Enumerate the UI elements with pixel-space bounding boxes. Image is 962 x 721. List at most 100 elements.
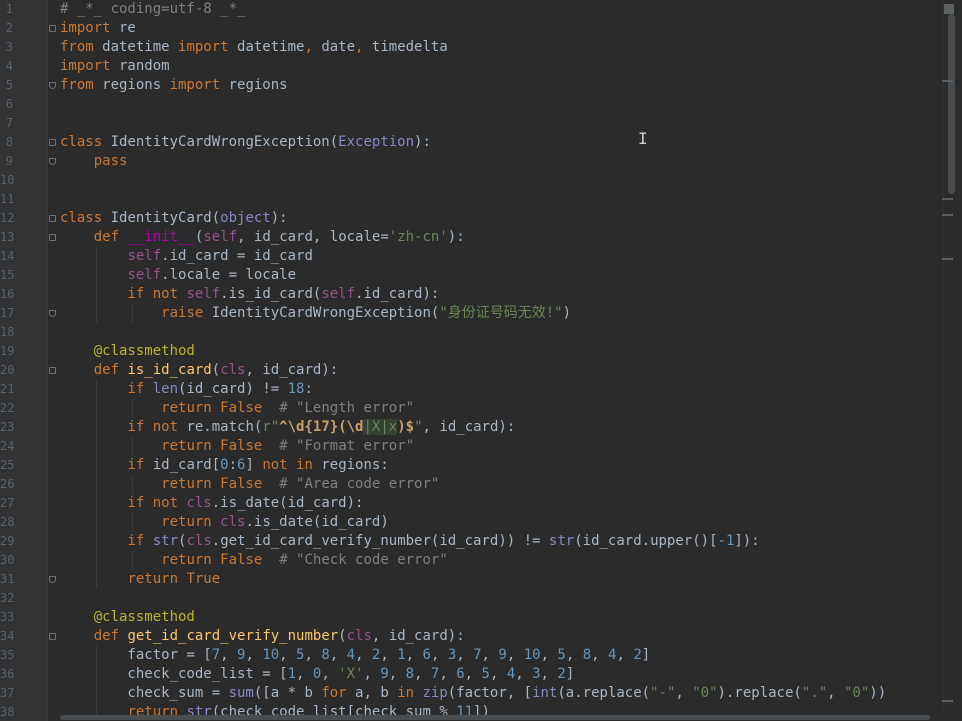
line-number[interactable]: 29 [0, 532, 14, 551]
line-number[interactable]: 16 [0, 285, 14, 304]
code-line[interactable]: import re [60, 19, 136, 38]
code-line[interactable]: return False # "Length error" [60, 399, 414, 418]
code-token: # "Area code error" [279, 476, 440, 492]
line-number[interactable]: 34 [0, 627, 14, 646]
line-number[interactable]: 26 [0, 475, 14, 494]
code-line[interactable]: self.id_card = id_card [60, 247, 312, 266]
line-number[interactable]: 11 [0, 190, 14, 209]
line-number[interactable]: 21 [0, 380, 14, 399]
line-number[interactable]: 36 [0, 665, 14, 684]
scroll-marker[interactable] [942, 198, 953, 200]
code-line[interactable]: check_sum = sum([a * b for a, b in zip(f… [60, 684, 886, 703]
code-line[interactable]: def is_id_card(cls, id_card): [60, 361, 338, 380]
fold-end-icon[interactable] [49, 82, 56, 89]
code-token: , [464, 666, 482, 682]
line-number[interactable]: 10 [0, 171, 14, 190]
horizontal-scrollbar-thumb[interactable] [60, 715, 930, 720]
line-number[interactable]: 38 [0, 703, 14, 721]
line-number[interactable]: 30 [0, 551, 14, 570]
code-line[interactable]: @classmethod [60, 608, 195, 627]
line-number[interactable]: 33 [0, 608, 14, 627]
fold-end-icon[interactable] [49, 310, 56, 317]
line-number[interactable]: 3 [0, 38, 13, 57]
fold-end-icon[interactable] [49, 158, 56, 165]
code-line[interactable]: raise IdentityCardWrongException("身份证号码无… [60, 304, 571, 323]
code-line[interactable]: from regions import regions [60, 76, 288, 95]
line-number[interactable]: 22 [0, 399, 14, 418]
code-line[interactable]: class IdentityCardWrongException(Excepti… [60, 133, 431, 152]
line-number[interactable]: 9 [0, 152, 13, 171]
line-number[interactable]: 27 [0, 494, 14, 513]
line-number[interactable]: 15 [0, 266, 14, 285]
scroll-marker[interactable] [942, 700, 953, 702]
code-line[interactable]: if not re.match(r"^\d{17}(\d|X|x)$", id_… [60, 418, 515, 437]
fold-toggle-icon[interactable] [49, 367, 56, 374]
code-line[interactable]: import random [60, 57, 170, 76]
code-line[interactable]: class IdentityCard(object): [60, 209, 288, 228]
scroll-marker[interactable] [942, 214, 953, 216]
line-number[interactable]: 14 [0, 247, 14, 266]
code-token: 7 [211, 647, 221, 663]
line-number[interactable]: 5 [0, 76, 13, 95]
fold-toggle-icon[interactable] [49, 139, 56, 146]
code-editor[interactable]: 1 2 3 4 5 6 7 8 9 10 11 12 13 14 15 16 17 18 19 20 21 22 23 24 2… [0, 0, 962, 721]
code-line[interactable]: self.locale = locale [60, 266, 296, 285]
line-number[interactable]: 24 [0, 437, 14, 456]
code-line[interactable]: from datetime import datetime, date, tim… [60, 38, 448, 57]
vertical-scrollbar-thumb[interactable] [948, 14, 955, 194]
code-line[interactable]: if not cls.is_date(id_card): [60, 494, 363, 513]
code-line[interactable]: # _*_ coding=utf-8 _*_ [60, 0, 245, 19]
vertical-scrollbar[interactable] [942, 0, 962, 721]
line-number[interactable]: 28 [0, 513, 14, 532]
code-line[interactable]: return False # "Format error" [60, 437, 414, 456]
scroll-marker[interactable] [942, 80, 953, 82]
line-number[interactable]: 7 [0, 114, 13, 133]
line-number[interactable]: 32 [0, 589, 14, 608]
code-line[interactable]: pass [60, 152, 128, 171]
code-line[interactable]: return cls.is_date(id_card) [60, 513, 389, 532]
line-number[interactable]: 18 [0, 323, 14, 342]
line-number[interactable]: 17 [0, 304, 14, 323]
line-number[interactable]: 31 [0, 570, 14, 589]
line-number[interactable]: 37 [0, 684, 14, 703]
line-number[interactable]: 12 [0, 209, 14, 228]
fold-toggle-icon[interactable] [49, 215, 56, 222]
line-number[interactable]: 13 [0, 228, 14, 247]
code-line[interactable]: @classmethod [60, 342, 195, 361]
line-number[interactable]: 4 [0, 57, 13, 76]
line-number[interactable]: 6 [0, 95, 13, 114]
scroll-marker[interactable] [942, 258, 953, 260]
code-line[interactable]: if len(id_card) != 18: [60, 380, 312, 399]
line-number[interactable]: 1 [0, 0, 13, 19]
line-number[interactable]: 20 [0, 361, 14, 380]
code-line[interactable]: if str(cls.get_id_card_verify_number(id_… [60, 532, 759, 551]
code-line[interactable]: if id_card[0:6] not in regions: [60, 456, 388, 475]
fold-toggle-icon[interactable] [49, 234, 56, 241]
code-line[interactable]: if not self.is_id_card(self.id_card): [60, 285, 439, 304]
code-line[interactable]: factor = [7, 9, 10, 5, 8, 4, 2, 1, 6, 3,… [60, 646, 650, 665]
line-number-gutter[interactable]: 1 2 3 4 5 6 7 8 9 10 11 12 13 14 15 16 17 18 19 20 21 22 23 24 2… [0, 0, 47, 721]
fold-end-icon[interactable] [49, 576, 56, 583]
code-line[interactable]: return False # "Check code error" [60, 551, 448, 570]
line-number[interactable]: 2 [0, 19, 13, 38]
fold-toggle-icon[interactable] [49, 633, 56, 640]
code-token: , [565, 647, 583, 663]
fold-toggle-icon[interactable] [49, 25, 56, 32]
code-token: (a.replace( [557, 685, 651, 701]
code-line[interactable]: check_code_list = [1, 0, 'X', 9, 8, 7, 6… [60, 665, 574, 684]
code-line[interactable]: def __init__(self, id_card, locale='zh-c… [60, 228, 465, 247]
line-number[interactable]: 25 [0, 456, 14, 475]
line-number[interactable]: 8 [0, 133, 13, 152]
code-line[interactable]: return True [60, 570, 220, 589]
code-token: " [414, 419, 423, 435]
line-number[interactable]: 35 [0, 646, 14, 665]
code-token: IdentityCardWrongException( [102, 134, 339, 150]
inspection-status-icon[interactable] [944, 4, 954, 14]
line-number[interactable]: 23 [0, 418, 14, 437]
code-token: ] [565, 666, 575, 682]
code-line[interactable]: def get_id_card_verify_number(cls, id_ca… [60, 627, 465, 646]
code-line[interactable]: return False # "Area code error" [60, 475, 439, 494]
line-number[interactable]: 19 [0, 342, 14, 361]
horizontal-scrollbar[interactable] [60, 715, 944, 721]
